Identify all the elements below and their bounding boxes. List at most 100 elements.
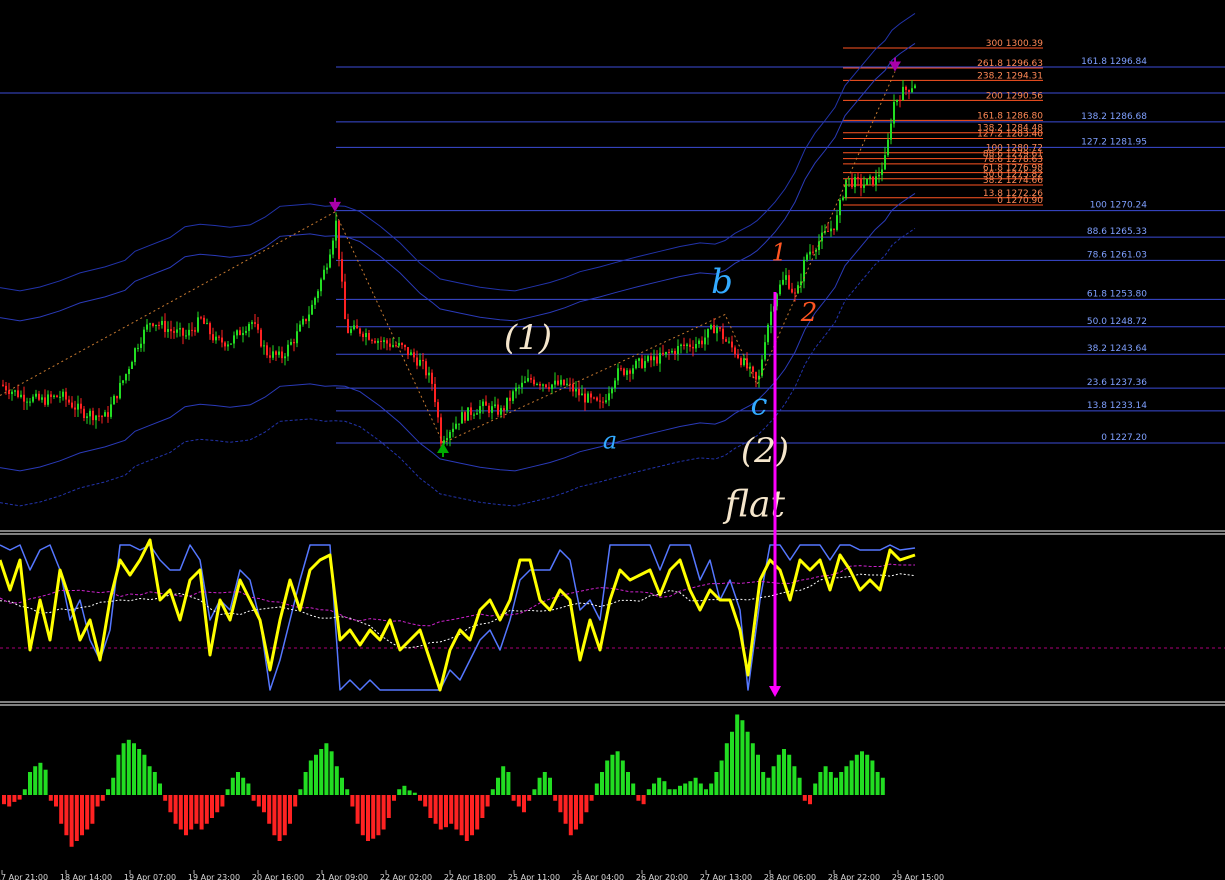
histogram-bar — [646, 789, 651, 795]
candle-body — [848, 178, 850, 180]
candle-body — [482, 401, 484, 407]
candle-body — [887, 139, 889, 156]
candle-body — [371, 339, 373, 341]
histogram-bar — [381, 795, 386, 830]
histogram-bar — [756, 754, 760, 795]
histogram-bar — [324, 743, 329, 795]
candle-body — [509, 397, 511, 401]
candle-body — [881, 169, 883, 175]
candle-body — [122, 380, 124, 383]
histogram-bar — [303, 772, 308, 795]
candle-body — [212, 334, 214, 341]
histogram-bar — [386, 795, 391, 818]
wave-label: c — [751, 388, 768, 423]
candle-body — [539, 383, 541, 386]
fib-ext-label: 300 1300.39 — [986, 39, 1044, 49]
wave-label: 2 — [800, 298, 818, 328]
candle-body — [683, 344, 685, 347]
histogram-bar — [28, 772, 32, 795]
histogram-bar — [215, 795, 220, 813]
candle-body — [242, 332, 244, 336]
candle-body — [368, 333, 370, 340]
histogram-bar — [724, 743, 729, 795]
candle-body — [536, 383, 538, 385]
candle-body — [890, 123, 892, 140]
histogram-bar — [454, 795, 459, 830]
histogram-bar — [620, 760, 625, 795]
histogram-bar — [839, 772, 844, 795]
candle-body — [575, 388, 577, 392]
candle-body — [314, 298, 316, 305]
candle-body — [110, 404, 112, 417]
histogram-bar — [355, 795, 360, 824]
histogram-bar — [808, 795, 812, 805]
candle-body — [743, 358, 745, 366]
candle-body — [389, 343, 391, 347]
candle-body — [512, 391, 514, 401]
histogram-bar — [178, 795, 183, 830]
candle-body — [293, 341, 295, 344]
candle-body — [533, 379, 535, 385]
histogram-bar — [142, 754, 147, 795]
candle-body — [152, 323, 154, 326]
candle-body — [5, 385, 7, 391]
candle-body — [197, 317, 199, 332]
histogram-bar — [12, 795, 17, 802]
candle-body — [116, 395, 118, 399]
candle-body — [734, 347, 736, 355]
histogram-bar — [111, 777, 116, 795]
candle-body — [593, 397, 595, 399]
candle-body — [218, 336, 220, 338]
histogram-bar — [802, 795, 807, 801]
candle-body — [224, 342, 226, 347]
histogram-bar — [527, 795, 532, 801]
candle-body — [710, 325, 712, 329]
histogram-bar — [719, 760, 724, 795]
histogram-bar — [579, 795, 584, 824]
candle-body — [308, 314, 310, 322]
candle-body — [524, 381, 526, 383]
histogram-bar — [407, 790, 412, 795]
candle-body — [380, 340, 382, 342]
candle-body — [722, 328, 724, 340]
histogram-bar — [589, 795, 594, 801]
candle-body — [401, 343, 403, 345]
histogram-bar — [22, 789, 27, 795]
candle-body — [209, 323, 211, 335]
candle-body — [794, 292, 796, 294]
candle-body — [689, 344, 691, 347]
candle-body — [365, 333, 367, 338]
histogram-bar — [844, 766, 849, 795]
candle-body — [443, 440, 445, 444]
candle-body — [629, 370, 631, 374]
candle-body — [632, 368, 634, 374]
price-chart: 161.8 1296.84 138.2 1286.68 127.2 1281.95 1… — [0, 0, 1225, 880]
candle-body — [764, 342, 766, 360]
candle-body — [158, 324, 160, 326]
histogram-bar — [584, 795, 589, 813]
candle-body — [671, 350, 673, 353]
histogram-bar — [880, 777, 885, 795]
histogram-bar — [126, 739, 131, 795]
histogram-bar — [17, 795, 22, 800]
candle-body — [548, 387, 550, 389]
histogram-bar — [360, 795, 365, 836]
candle-body — [830, 228, 832, 232]
candle-body — [719, 327, 721, 329]
candle-body — [50, 394, 52, 397]
candle-body — [707, 328, 709, 338]
fib-label: 13.8 1233.14 — [1087, 401, 1147, 411]
candle-body — [98, 415, 100, 417]
histogram-bar — [470, 795, 474, 836]
histogram-bar — [854, 754, 859, 795]
candle-body — [542, 384, 544, 386]
candle-body — [464, 412, 466, 421]
histogram-bar — [438, 795, 443, 830]
candle-body — [155, 324, 157, 326]
candle-body — [692, 346, 694, 349]
histogram-bar — [204, 795, 209, 824]
x-tick-label: 17 Apr 21:00 — [0, 873, 48, 880]
candle-body — [647, 356, 649, 362]
candle-body — [605, 400, 607, 403]
histogram-bar — [865, 754, 870, 795]
